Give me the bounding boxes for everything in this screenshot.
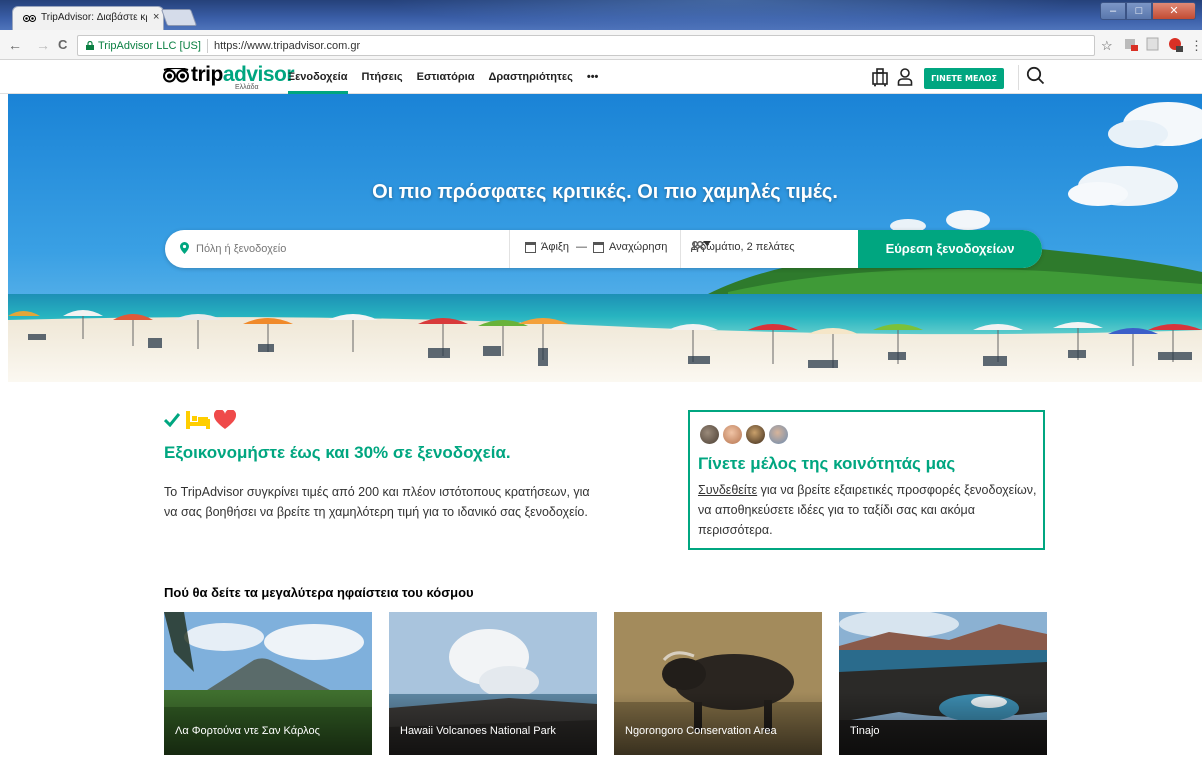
logo-locale: Ελλάδα — [235, 84, 259, 91]
omnibox-divider — [207, 39, 208, 53]
browser-tab-strip: TripAdvisor: Διαβάστε κρ × – □ ✕ — [0, 0, 1202, 30]
nav-flights[interactable]: Πτήσεις — [362, 61, 403, 94]
calendar-icon — [525, 241, 536, 253]
avatar — [700, 425, 719, 444]
tab-title: TripAdvisor: Διαβάστε κρ — [41, 12, 147, 23]
location-pin-icon — [180, 242, 189, 254]
nav-restaurants[interactable]: Εστιατόρια — [417, 61, 475, 94]
extension-icon[interactable] — [1124, 37, 1138, 51]
community-box: Γίνετε μέλος της κοινότητάς μας Συνδεθεί… — [688, 410, 1045, 550]
volcano-card-tinajo[interactable]: Tinajo — [839, 612, 1047, 755]
nav-hotels[interactable]: Ξενοδοχεία — [288, 61, 348, 94]
tab-close-icon[interactable]: × — [153, 11, 159, 23]
adblock-extension-icon[interactable] — [1168, 37, 1184, 53]
reload-icon[interactable]: C — [58, 37, 67, 52]
member-avatars — [700, 425, 792, 444]
bed-icon — [186, 411, 210, 429]
card-label: Hawaii Volcanoes National Park — [400, 725, 556, 737]
tab-strip-glow — [380, 0, 1080, 30]
browser-tab[interactable]: TripAdvisor: Διαβάστε κρ × — [12, 6, 164, 30]
community-title: Γίνετε μέλος της κοινότητάς μας — [698, 454, 956, 473]
bookmark-star-icon[interactable]: ☆ — [1101, 38, 1113, 54]
nav-activities[interactable]: Δραστηριότητες — [488, 61, 572, 94]
browser-menu-icon[interactable]: ⋮ — [1190, 38, 1202, 54]
url-text: https://www.tripadvisor.com.gr — [214, 40, 361, 52]
trips-suitcase-icon[interactable] — [871, 67, 889, 87]
forward-icon[interactable]: → — [36, 37, 50, 53]
pdf-extension-icon[interactable] — [1146, 37, 1159, 51]
find-hotels-button[interactable]: Εύρεση ξενοδοχείων — [858, 230, 1042, 268]
back-icon[interactable]: ← — [8, 37, 22, 53]
main-nav: Ξενοδοχεία Πτήσεις Εστιατόρια Δραστηριότ… — [288, 61, 612, 94]
maximize-button[interactable]: □ — [1126, 2, 1152, 20]
avatar — [723, 425, 742, 444]
logo-trip: trip — [191, 63, 223, 86]
site-header: tripadvisor Ελλάδα Ξενοδοχεία Πτήσεις Εσ… — [0, 61, 1202, 94]
chevron-down-icon — [703, 241, 711, 246]
omnibox[interactable]: TripAdvisor LLC [US] https://www.tripadv… — [77, 35, 1095, 56]
secure-label: TripAdvisor LLC [US] — [98, 40, 201, 52]
promo-icons — [164, 410, 236, 430]
tripadvisor-favicon-icon — [23, 15, 36, 22]
checkout-field[interactable]: Αναχώρηση — [593, 241, 667, 253]
header-divider — [1018, 65, 1019, 90]
volcano-card-arenal[interactable]: Λα Φορτούνα ντε Σαν Κάρλος — [164, 612, 372, 755]
logo-advisor: advisor — [222, 63, 295, 86]
nav-more[interactable]: ••• — [587, 61, 599, 94]
user-profile-icon[interactable] — [897, 67, 913, 87]
card-shade — [164, 692, 372, 755]
checkout-label: Αναχώρηση — [609, 241, 668, 253]
checkin-label: Άφιξη — [541, 241, 569, 253]
minimize-button[interactable]: – — [1100, 2, 1126, 20]
calendar-icon — [593, 241, 604, 253]
address-bar: ← → C TripAdvisor LLC [US] https://www.t… — [0, 30, 1202, 60]
sign-in-link[interactable]: Συνδεθείτε — [698, 483, 757, 497]
promo-title: Εξοικονομήστε έως και 30% σε ξενοδοχεία. — [164, 443, 511, 462]
checkin-field[interactable]: Άφιξη — [525, 241, 569, 253]
lock-icon — [86, 41, 94, 50]
avatar — [769, 425, 788, 444]
card-shade — [389, 692, 597, 755]
close-window-button[interactable]: ✕ — [1152, 2, 1196, 20]
guests-selector[interactable]: 1 δωμάτιο, 2 πελάτες — [691, 241, 795, 253]
community-text: Συνδεθείτε για να βρείτε εξαιρετικές προ… — [698, 480, 1038, 540]
volcano-cards: Λα Φορτούνα ντε Σαν Κάρλος Hawaii Volcan… — [164, 612, 1064, 755]
checkmark-icon — [164, 413, 180, 427]
hero-title: Οι πιο πρόσφατες κριτικές. Οι πιο χαμηλέ… — [372, 181, 838, 203]
volcano-card-ngorongoro[interactable]: Ngorongoro Conservation Area — [614, 612, 822, 755]
card-label: Ngorongoro Conservation Area — [625, 725, 777, 737]
date-dash: — — [576, 241, 587, 253]
search-divider — [509, 230, 510, 268]
search-icon[interactable] — [1026, 66, 1046, 88]
card-shade — [614, 692, 822, 755]
card-label: Λα Φορτούνα ντε Σαν Κάρλος — [175, 725, 320, 737]
join-button[interactable]: ΓΙΝΕΤΕ ΜΕΛΟΣ — [924, 68, 1004, 89]
volcanoes-section-title: Πού θα δείτε τα μεγαλύτερα ηφαίστεια του… — [164, 585, 474, 600]
card-label: Tinajo — [850, 725, 880, 737]
volcano-card-hawaii[interactable]: Hawaii Volcanoes National Park — [389, 612, 597, 755]
heart-icon — [214, 410, 236, 429]
new-tab-button[interactable] — [160, 9, 198, 26]
owl-eyes-icon — [163, 68, 189, 83]
avatar — [746, 425, 765, 444]
promo-text: Το TripAdvisor συγκρίνει τιμές από 200 κ… — [164, 485, 590, 519]
destination-search-input[interactable] — [196, 239, 496, 259]
card-shade — [839, 692, 1047, 755]
hotel-search-bar: Άφιξη — Αναχώρηση 1 δωμάτιο, 2 πελάτες Ε… — [165, 230, 1042, 268]
hero-banner: Οι πιο πρόσφατες κριτικές. Οι πιο χαμηλέ… — [8, 94, 1202, 382]
window-controls: – □ ✕ — [1100, 2, 1196, 20]
search-divider — [680, 230, 681, 268]
